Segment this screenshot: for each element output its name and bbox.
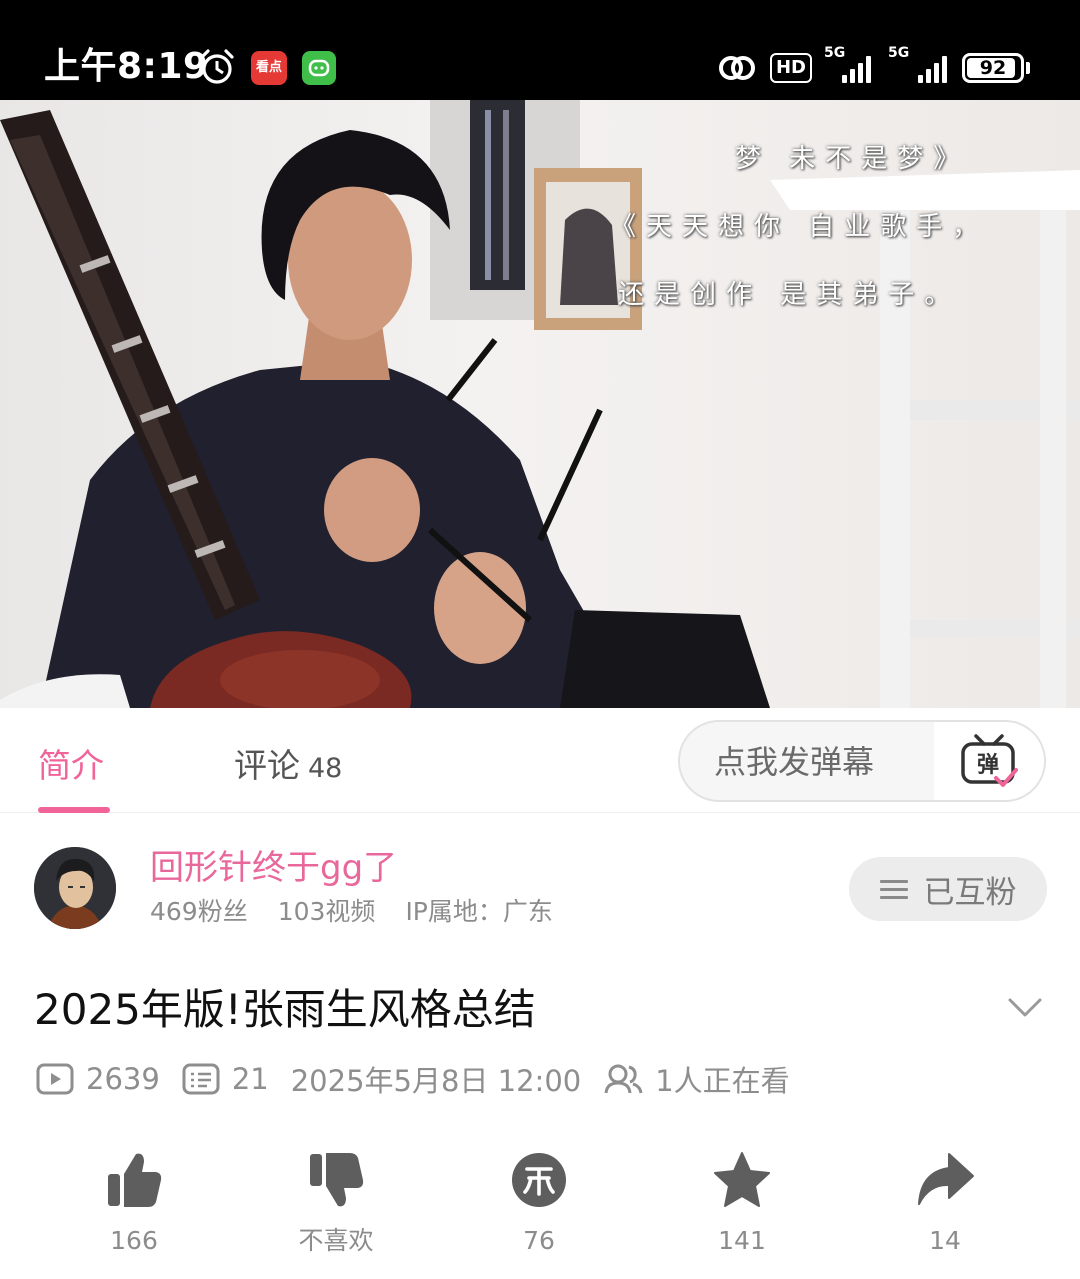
tab-comments-label: 评论 <box>234 746 300 785</box>
danmaku-toggle-button[interactable]: 弹 <box>934 722 1044 800</box>
battery-percent: 92 <box>979 57 1007 79</box>
status-right-icons: HD 5G 5G 92 <box>716 45 1030 88</box>
like-count: 166 <box>110 1226 158 1255</box>
video-subtitle-line: 还是创作 是其弟子。 <box>618 280 961 310</box>
watching-count: 1人正在看 <box>655 1064 790 1098</box>
thumbs-down-icon <box>310 1153 364 1207</box>
video-frame-image <box>0 100 1080 708</box>
publish-date: 2025年5月8日 12:00 <box>291 1058 582 1100</box>
hotspot-link-icon <box>718 56 755 80</box>
danmaku-tv-icon: 弹 <box>961 734 1018 787</box>
comment-count: 48 <box>308 753 343 784</box>
like-button[interactable]: 166 <box>69 1150 199 1258</box>
uploader-ip: IP属地：广东 <box>405 897 553 926</box>
share-button[interactable]: 14 <box>880 1150 1010 1258</box>
share-arrow-icon <box>918 1153 974 1205</box>
avatar[interactable] <box>34 847 116 929</box>
kandian-app-icon: 看点 <box>251 51 287 85</box>
tab-comments[interactable]: 评论 48 <box>234 744 342 791</box>
coin-button[interactable]: 76 <box>474 1150 604 1258</box>
viewers-icon <box>604 1064 643 1094</box>
uploader-name[interactable]: 回形针终于gg了 <box>150 846 397 890</box>
play-count-value: 2639 <box>86 1062 160 1096</box>
menu-icon <box>879 875 908 904</box>
video-player[interactable]: 梦 未不是梦》 《天天想你 自业歌手， 还是创作 是其弟子。 <box>0 100 1080 708</box>
publish-datetime: 2025年5月8日 12:00 <box>290 1064 582 1098</box>
signal-sim2-icon: 5G <box>888 45 950 83</box>
tab-active-indicator <box>38 807 110 813</box>
favorite-count: 141 <box>718 1226 766 1255</box>
thumbs-up-icon <box>108 1153 162 1207</box>
favorite-button[interactable]: 141 <box>677 1150 807 1258</box>
video-subtitle-line: 梦 未不是梦》 <box>735 144 970 174</box>
battery-icon: 92 <box>962 53 1030 83</box>
uploader-videos: 103视频 <box>277 897 376 926</box>
alarm-icon <box>200 49 234 84</box>
coin-count: 76 <box>523 1226 555 1255</box>
danmaku-input[interactable]: 点我发弹幕 弹 <box>678 720 1046 802</box>
watching-now: 1人正在看 <box>603 1058 790 1100</box>
hd-voice-badge: HD <box>769 53 812 83</box>
coin-icon <box>512 1153 566 1207</box>
danmaku-placeholder: 点我发弹幕 <box>714 743 875 781</box>
status-time: 上午8:19 <box>44 46 209 87</box>
share-count: 14 <box>929 1226 961 1255</box>
svg-text:弹: 弹 <box>977 753 999 778</box>
dislike-label: 不喜欢 <box>298 1226 374 1255</box>
signal-sim1-icon: 5G <box>824 45 876 83</box>
video-title: 2025年版!张雨生风格总结 <box>34 985 536 1034</box>
danmaku-list-icon <box>182 1063 220 1095</box>
follow-label: 已互粉 <box>923 874 1017 911</box>
tab-intro[interactable]: 简介 <box>38 744 104 788</box>
status-bar: 上午8:19 看点 HD 5G 5G 92 <box>0 0 1080 100</box>
video-stats: 2639 21 2025年5月8日 12:00 1人正在看 <box>36 1057 812 1101</box>
danmaku-count-value: 21 <box>231 1062 269 1096</box>
danmaku-count: 21 <box>182 1062 269 1096</box>
follow-button[interactable]: 已互粉 <box>849 857 1047 921</box>
play-icon <box>36 1063 74 1095</box>
chevron-down-icon[interactable] <box>1006 992 1044 1022</box>
video-subtitle-line: 《天天想你 自业歌手， <box>610 212 989 242</box>
star-icon <box>714 1152 770 1207</box>
uploader-meta: 469粉丝 103视频 IP属地：广东 <box>150 895 553 929</box>
wechat-app-icon <box>302 51 336 85</box>
play-count: 2639 <box>36 1062 160 1096</box>
dislike-button[interactable]: 不喜欢 <box>271 1150 401 1258</box>
uploader-fans: 469粉丝 <box>150 897 248 926</box>
